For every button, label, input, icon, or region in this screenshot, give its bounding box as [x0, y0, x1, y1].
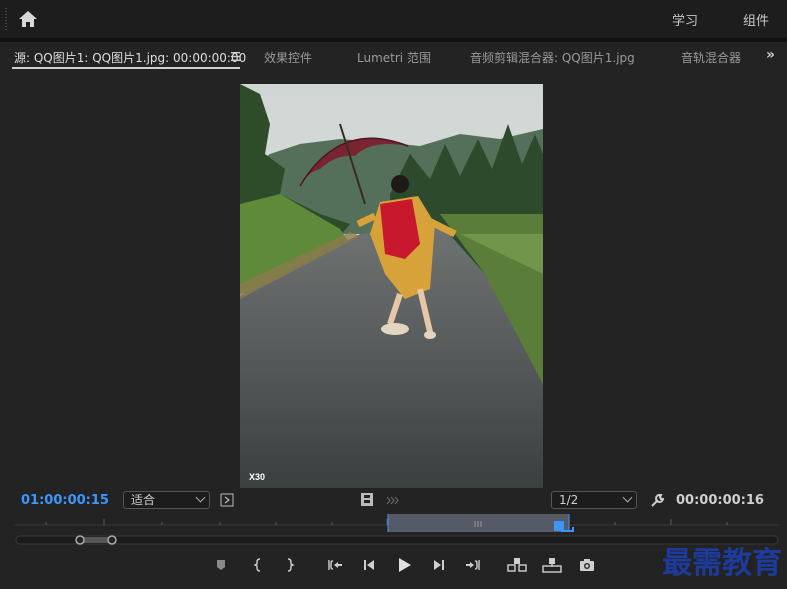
mark-in-icon[interactable]	[248, 556, 268, 574]
panel-tabs: 源: QQ图片1: QQ图片1.jpg: 00:00:00:00 效果控件 Lu…	[0, 42, 787, 72]
chevron-down-icon	[195, 492, 206, 503]
panel-grip[interactable]	[5, 8, 7, 30]
export-frame-icon[interactable]	[577, 556, 597, 574]
tab-audio-clip-mixer[interactable]: 音频剪辑混合器: QQ图片1.jpg	[470, 49, 635, 66]
tab-source-monitor[interactable]: 源: QQ图片1: QQ图片1.jpg: 00:00:00:00	[14, 49, 246, 66]
resolution-value: 1/2	[559, 493, 579, 507]
film-icon[interactable]	[361, 493, 373, 506]
overwrite-icon[interactable]	[541, 556, 563, 574]
step-back-icon[interactable]	[359, 556, 379, 574]
tab-audio-track-mixer[interactable]: 音轨混合器	[681, 49, 744, 66]
chevron-down-icon	[622, 492, 633, 503]
marker-icon[interactable]	[211, 556, 231, 574]
tab-effect-controls[interactable]: 效果控件	[264, 49, 312, 66]
active-tab-indicator	[12, 67, 240, 69]
insert-clip-icon[interactable]	[220, 493, 234, 507]
scroll-handle-right[interactable]	[107, 535, 117, 545]
mark-out-icon[interactable]	[280, 556, 300, 574]
insert-icon[interactable]	[506, 556, 528, 574]
go-to-out-icon[interactable]	[463, 556, 483, 574]
double-chevron-right-icon[interactable]: »	[766, 47, 775, 63]
go-to-in-icon[interactable]	[325, 556, 345, 574]
zoom-fit-select[interactable]: 适合	[123, 491, 210, 509]
watermark: 最需教育	[662, 546, 782, 581]
resolution-select[interactable]: 1/2	[551, 491, 637, 509]
zoom-fit-value: 适合	[131, 493, 156, 507]
drag-audio-icon[interactable]	[386, 496, 400, 505]
top-bar: 学习 组件	[0, 0, 787, 38]
tab-lumetri-scopes[interactable]: Lumetri 范围	[357, 49, 431, 66]
wrench-icon[interactable]	[650, 493, 665, 508]
scroll-handle-left[interactable]	[75, 535, 85, 545]
playhead-handle[interactable]	[554, 521, 564, 531]
panel-menu-icon[interactable]	[231, 52, 240, 61]
playhead-timecode[interactable]: 01:00:00:15	[21, 493, 109, 508]
play-icon[interactable]	[394, 556, 414, 574]
workspace-assembly[interactable]: 组件	[743, 10, 769, 29]
workspace-learning[interactable]: 学习	[672, 10, 698, 29]
monitor-controls-row: 01:00:00:15 适合 1/2 00:00:00:16	[0, 488, 787, 514]
step-forward-icon[interactable]	[429, 556, 449, 574]
home-icon[interactable]	[18, 10, 38, 28]
photo-caption: X30	[249, 472, 265, 482]
duration-timecode: 00:00:00:16	[676, 493, 764, 508]
preview-frame[interactable]: X30	[240, 84, 543, 488]
